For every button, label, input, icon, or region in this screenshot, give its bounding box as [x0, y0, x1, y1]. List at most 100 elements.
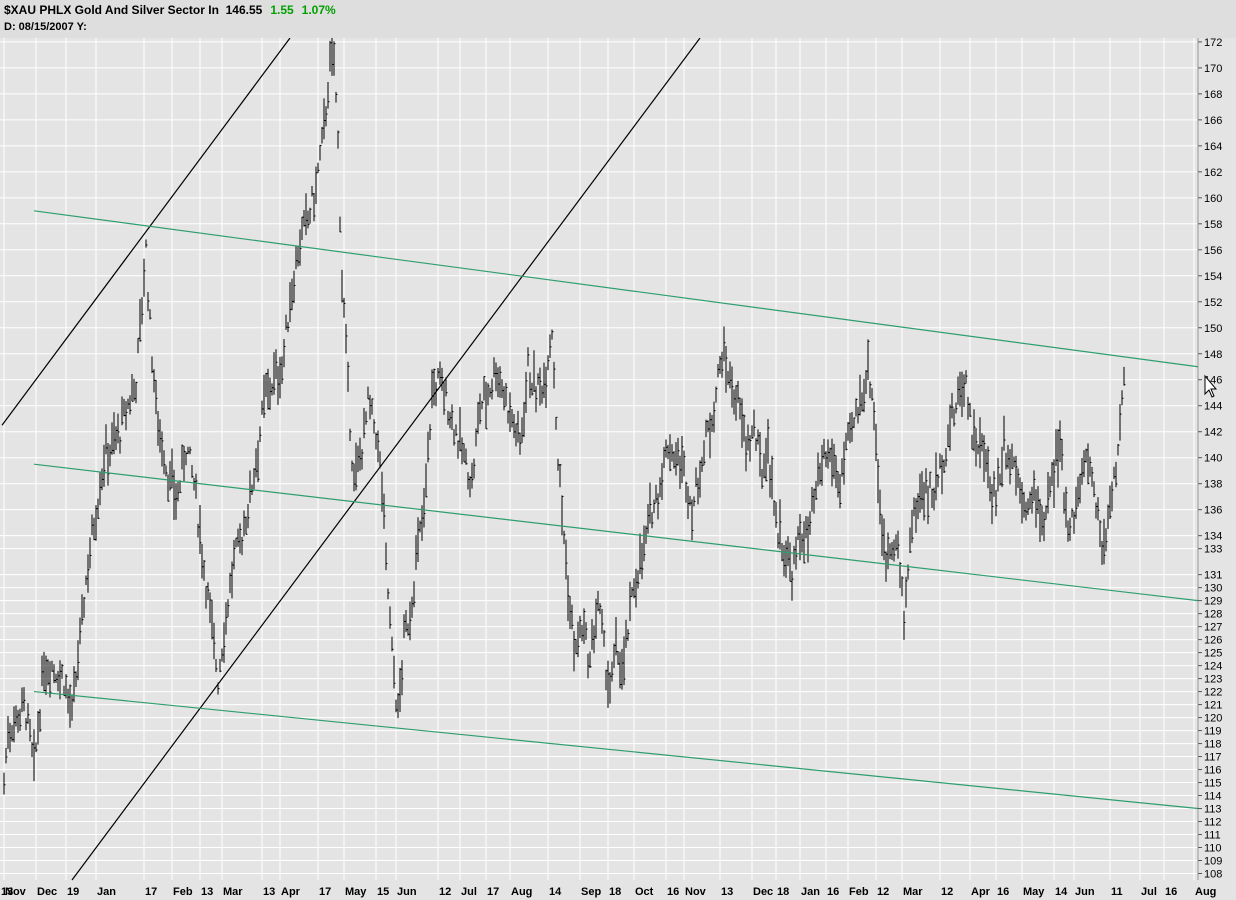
x-tick-label: Jul: [1141, 886, 1157, 898]
x-tick-label: 12: [877, 886, 889, 898]
x-tick-label: 18: [609, 886, 621, 898]
x-tick-label: Feb: [849, 886, 869, 898]
y-axis: 1081091101111121131141151161171181191201…: [1198, 38, 1222, 881]
x-tick-label: 18: [777, 886, 789, 898]
y-tick-label: 111: [1204, 830, 1221, 842]
price-chart[interactable]: 1081091101111121131141151161171181191201…: [0, 38, 1236, 900]
x-tick-label: 17: [145, 886, 157, 898]
y-tick-label: 127: [1204, 622, 1222, 634]
y-tick-label: 172: [1204, 38, 1222, 49]
y-tick-label: 108: [1204, 869, 1222, 881]
plot-background: [0, 38, 1198, 880]
y-tick-label: 130: [1204, 583, 1222, 595]
x-tick-label: 16: [667, 886, 679, 898]
x-tick-label: 19: [67, 886, 79, 898]
x-tick-label: Nov: [685, 886, 707, 898]
y-tick-label: 116: [1204, 765, 1222, 777]
x-tick-label: 15: [377, 886, 389, 898]
y-tick-label: 162: [1204, 167, 1222, 179]
x-tick-label: Jan: [801, 886, 820, 898]
y-tick-label: 109: [1204, 856, 1222, 868]
y-tick-label: 131: [1204, 570, 1222, 582]
x-tick-label: Apr: [281, 886, 301, 898]
y-tick-label: 113: [1204, 804, 1222, 816]
y-tick-label: 160: [1204, 193, 1222, 205]
x-tick-label: 13: [1, 886, 13, 898]
x-tick-label: Dec: [753, 886, 773, 898]
y-tick-label: 123: [1204, 674, 1222, 686]
y-tick-label: 168: [1204, 89, 1222, 101]
x-tick-label: Mar: [903, 886, 923, 898]
y-tick-label: 129: [1204, 596, 1222, 608]
x-tick-label: 17: [319, 886, 331, 898]
y-tick-label: 150: [1204, 323, 1222, 335]
x-tick-label: 13: [721, 886, 733, 898]
y-prefix: Y:: [76, 21, 87, 33]
symbol-title: $XAU PHLX Gold And Silver Sector In: [4, 3, 219, 17]
x-tick-label: Feb: [173, 886, 193, 898]
x-tick-label: Mar: [223, 886, 243, 898]
x-tick-label: 13: [263, 886, 275, 898]
x-tick-label: Aug: [511, 886, 532, 898]
chart-header: $XAU PHLX Gold And Silver Sector In 146.…: [0, 0, 1236, 38]
x-tick-label: 16: [1165, 886, 1177, 898]
x-tick-label: 13: [201, 886, 213, 898]
price-change-pct: 1.07%: [301, 3, 336, 17]
x-axis: Nov Dec 19 Jan 17 Feb 13 Mar 13 Apr 17 May 15 Jun 12 Ju…: [1, 886, 1216, 898]
date-prefix: D:: [4, 21, 16, 33]
x-tick-label: Aug: [1195, 886, 1216, 898]
y-tick-label: 128: [1204, 609, 1222, 621]
y-tick-label: 154: [1204, 271, 1222, 283]
y-tick-label: 126: [1204, 635, 1222, 647]
x-tick-label: May: [345, 886, 367, 898]
y-tick-label: 156: [1204, 245, 1222, 257]
x-tick-label: 14: [549, 886, 562, 898]
y-tick-label: 142: [1204, 427, 1222, 439]
y-tick-label: 125: [1204, 648, 1222, 660]
x-tick-label: Jun: [397, 886, 417, 898]
last-price: 146.55: [225, 3, 263, 17]
date-value: 08/15/2007: [18, 21, 74, 33]
y-tick-label: 136: [1204, 505, 1222, 517]
y-tick-label: 115: [1204, 778, 1222, 790]
y-tick-label: 152: [1204, 297, 1222, 309]
x-tick-label: Oct: [635, 886, 654, 898]
x-tick-label: Apr: [971, 886, 991, 898]
x-tick-label: May: [1023, 886, 1045, 898]
x-tick-label: 12: [941, 886, 953, 898]
y-tick-label: 133: [1204, 544, 1222, 556]
y-tick-label: 112: [1204, 817, 1222, 829]
y-tick-label: 140: [1204, 453, 1222, 465]
x-tick-label: 12: [439, 886, 451, 898]
y-tick-label: 164: [1204, 141, 1222, 153]
y-tick-label: 134: [1204, 531, 1222, 543]
x-tick-label: Jul: [461, 886, 477, 898]
y-tick-label: 121: [1204, 700, 1222, 712]
y-tick-label: 119: [1204, 726, 1222, 738]
x-tick-label: Dec: [37, 886, 57, 898]
y-tick-label: 120: [1204, 713, 1222, 725]
y-tick-label: 138: [1204, 479, 1222, 491]
y-tick-label: 117: [1204, 752, 1222, 764]
x-tick-label: Jan: [97, 886, 116, 898]
date-line: D: 08/15/2007 Y:: [4, 21, 87, 33]
x-tick-label: 16: [827, 886, 839, 898]
y-tick-label: 158: [1204, 219, 1222, 231]
x-tick-label: 11: [1111, 886, 1123, 898]
x-tick-label: 17: [487, 886, 499, 898]
x-tick-label: Jun: [1075, 886, 1095, 898]
y-tick-label: 124: [1204, 661, 1222, 673]
symbol-title-line: $XAU PHLX Gold And Silver Sector In 146.…: [4, 3, 336, 17]
y-tick-label: 122: [1204, 687, 1222, 699]
y-tick-label: 166: [1204, 115, 1222, 127]
y-tick-label: 110: [1204, 843, 1222, 855]
y-tick-label: 114: [1204, 791, 1222, 803]
x-tick-label: 14: [1055, 886, 1068, 898]
price-change: 1.55: [270, 3, 294, 17]
x-tick-label: 16: [997, 886, 1009, 898]
y-tick-label: 170: [1204, 63, 1222, 75]
y-tick-label: 148: [1204, 349, 1222, 361]
y-tick-label: 144: [1204, 401, 1222, 413]
y-tick-label: 118: [1204, 739, 1222, 751]
x-tick-label: Sep: [581, 886, 601, 898]
